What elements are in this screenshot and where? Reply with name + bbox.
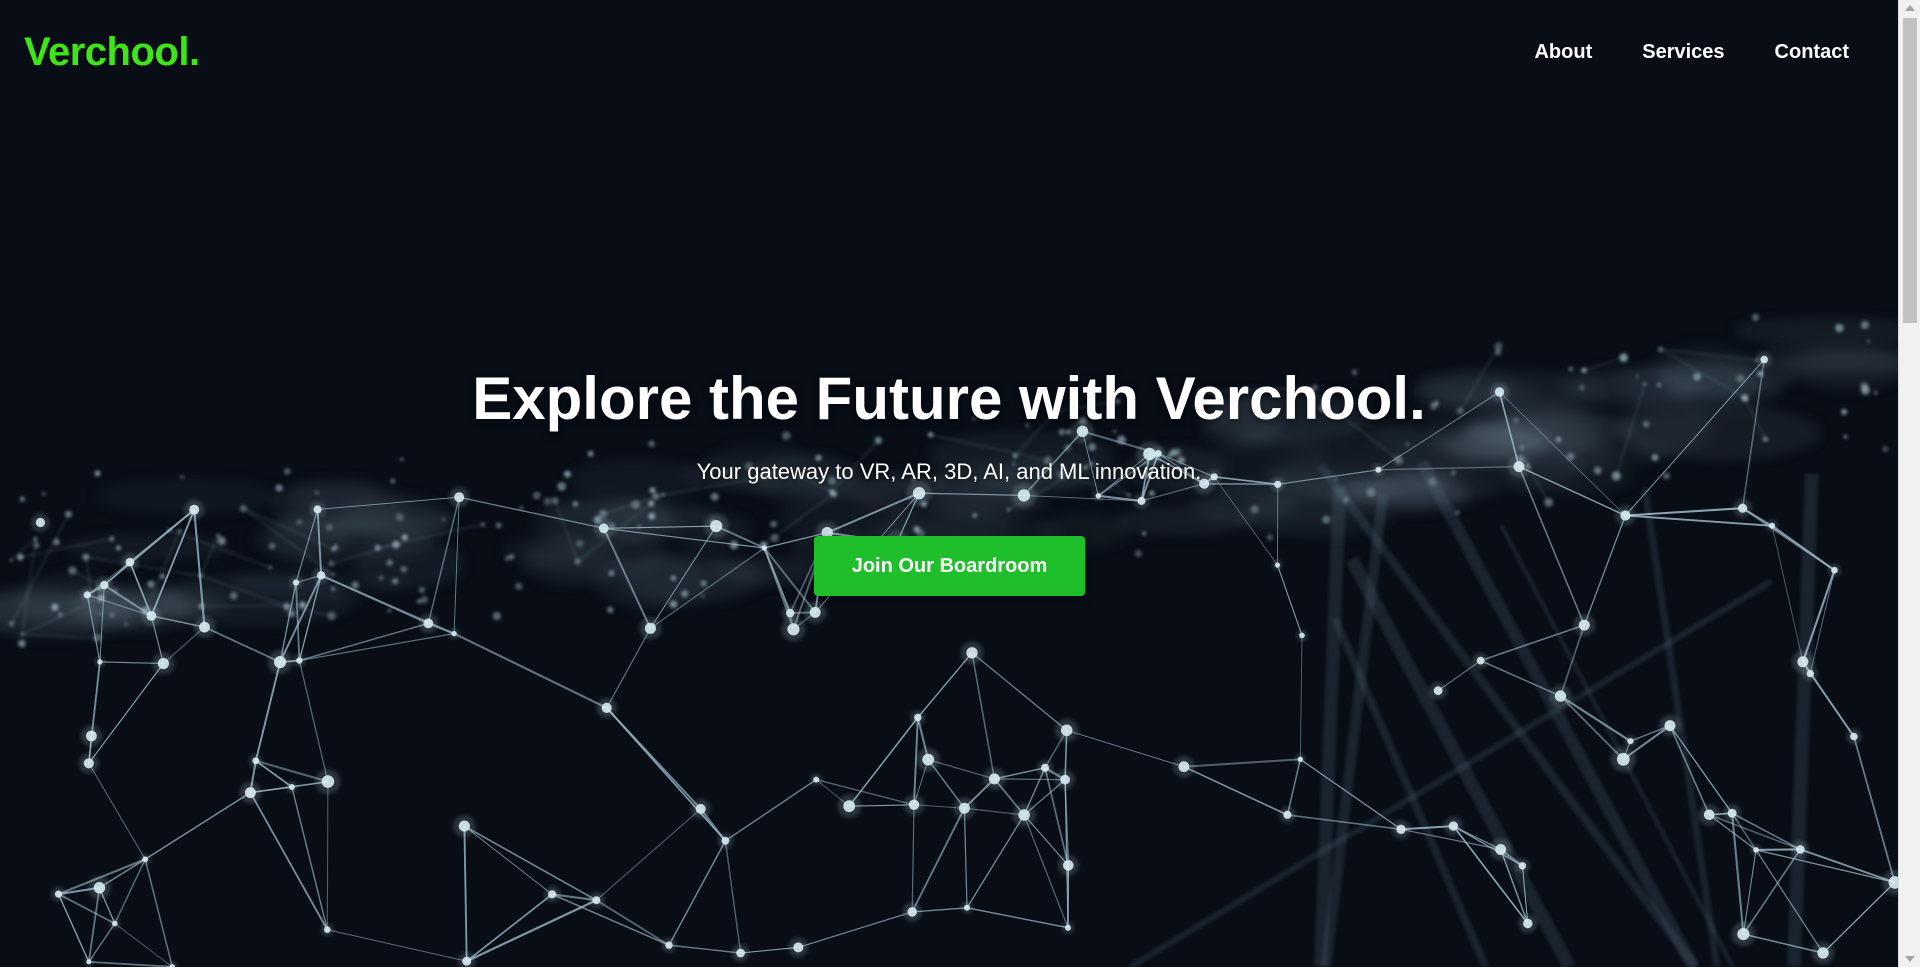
nav-links: About Services Contact [1534, 40, 1849, 64]
scrollbar-thumb[interactable] [1903, 18, 1917, 323]
scroll-up-arrow-icon[interactable] [1905, 5, 1915, 11]
browser-viewport: Verchool. About Services Contact Explore… [0, 0, 1920, 967]
nav-link-services[interactable]: Services [1642, 40, 1724, 64]
brand-logo[interactable]: Verchool. [24, 30, 200, 74]
nav-link-about[interactable]: About [1534, 40, 1592, 64]
landing-page: Verchool. About Services Contact Explore… [0, 0, 1898, 967]
join-boardroom-button[interactable]: Join Our Boardroom [814, 536, 1085, 596]
top-navbar: Verchool. About Services Contact [0, 0, 1898, 104]
hero-title: Explore the Future with Verchool. [472, 365, 1426, 432]
nav-link-contact[interactable]: Contact [1775, 40, 1849, 64]
hero-subtitle: Your gateway to VR, AR, 3D, AI, and ML i… [696, 459, 1202, 484]
page-scrollbar[interactable] [1898, 0, 1920, 967]
scroll-down-arrow-icon[interactable] [1905, 956, 1915, 962]
